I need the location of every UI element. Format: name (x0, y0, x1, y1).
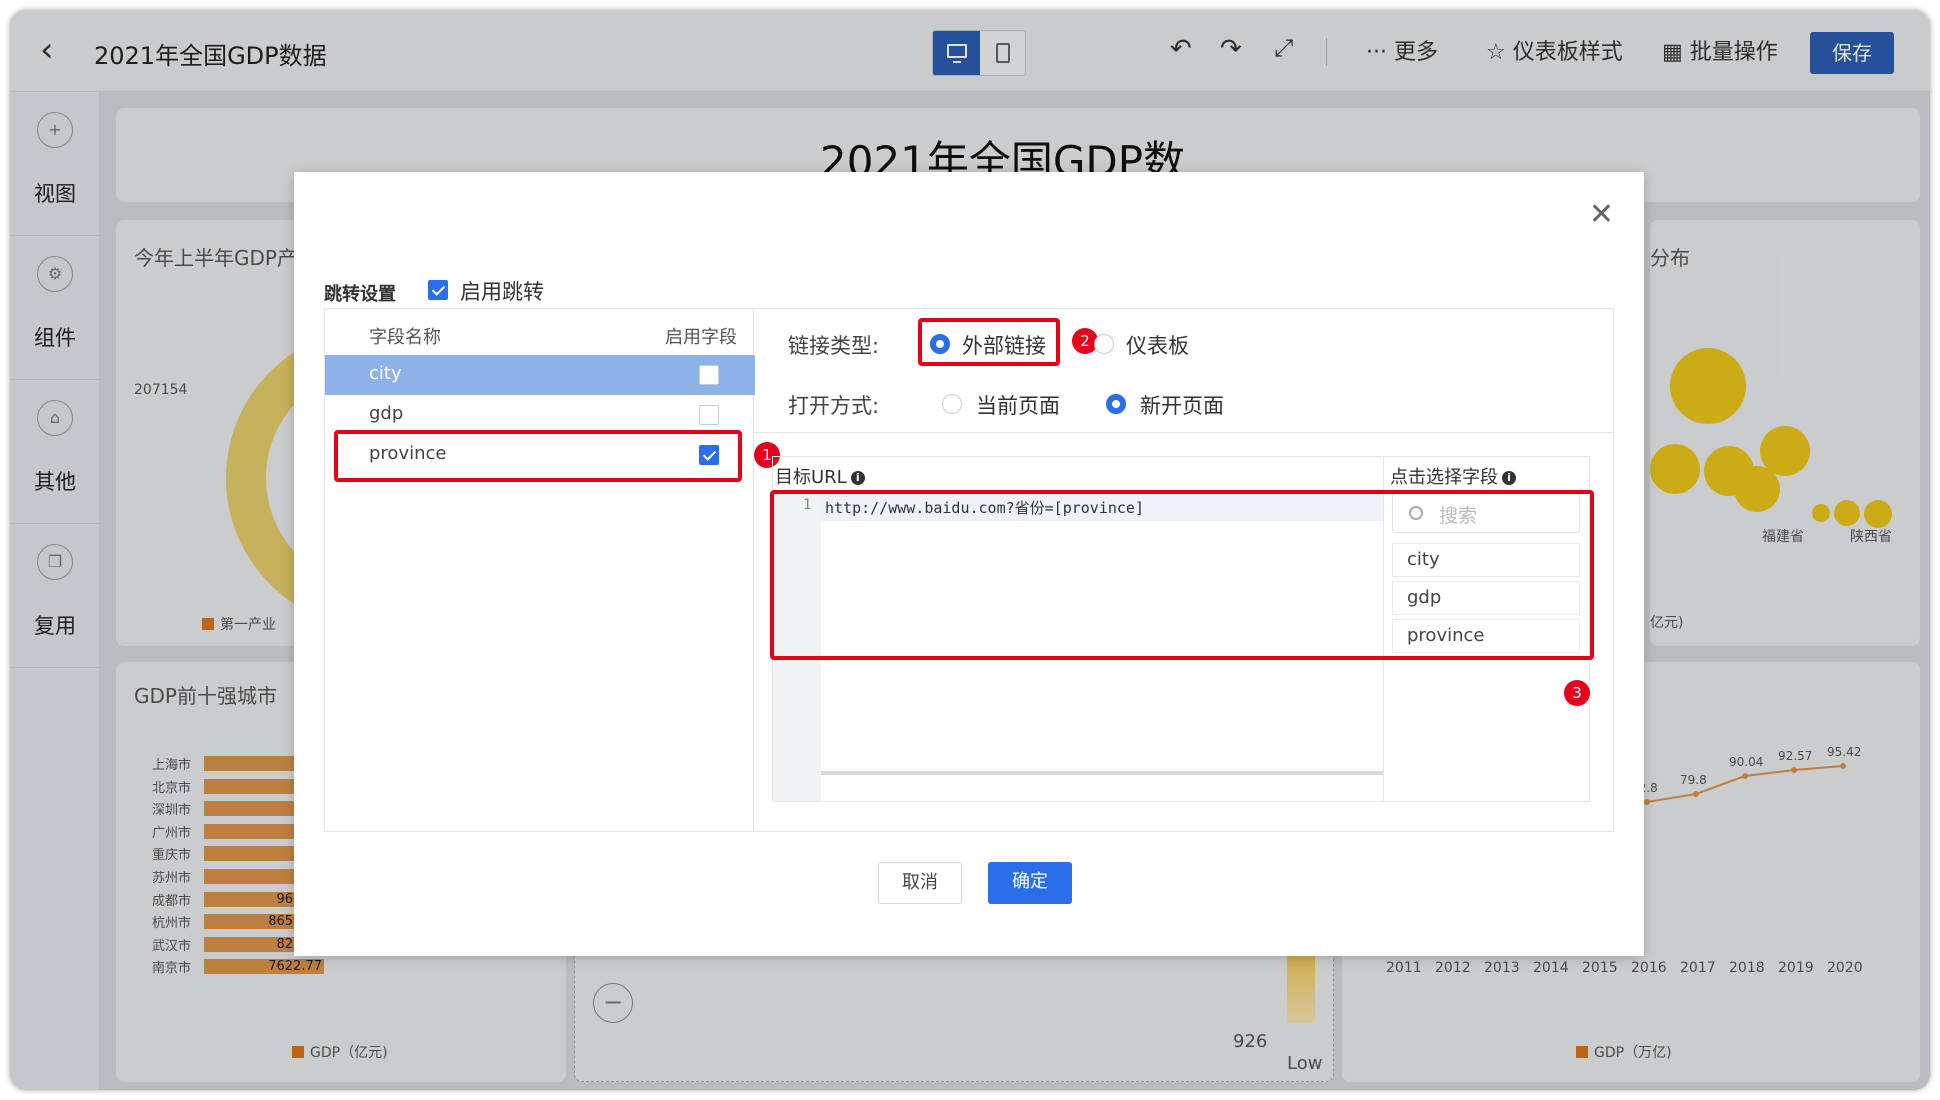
field-enable-checkbox[interactable] (699, 365, 719, 385)
link-type-label: 链接类型: (788, 334, 880, 358)
jump-settings-dialog: ✕ 跳转设置 启用跳转 字段名称 启用字段 city gdp province … (294, 172, 1644, 956)
field-table: 字段名称 启用字段 city gdp province (324, 308, 755, 832)
url-label: 目标URL i (775, 463, 865, 489)
editor-scrollbar[interactable] (821, 771, 1383, 775)
table-row[interactable]: city (325, 355, 755, 395)
info-icon[interactable]: i (850, 471, 865, 485)
url-label-text: 目标URL (775, 467, 847, 488)
section-title: 跳转设置 (324, 284, 396, 305)
table-row[interactable]: gdp (325, 395, 755, 435)
enable-jump-label: 启用跳转 (460, 280, 544, 304)
info-icon[interactable]: i (1502, 471, 1516, 485)
field-enable-checkbox[interactable] (699, 405, 719, 425)
app-window: ‹ 2021年全国GDP数据 ↶ ↷ ⤢ ··· 更多 ☆ 仪表板样式 ▦ 批量… (10, 10, 1930, 1090)
new-page-label: 新开页面 (1140, 394, 1224, 418)
highlight-box (334, 430, 742, 482)
column-header-field: 字段名称 (369, 327, 441, 348)
dashboard-label: 仪表板 (1126, 334, 1189, 358)
enable-jump-checkbox[interactable] (428, 280, 448, 300)
dashboard-radio[interactable] (1094, 334, 1114, 354)
highlight-box (918, 318, 1060, 366)
pick-field-label: 点击选择字段 i (1390, 463, 1516, 489)
open-mode-label: 打开方式: (788, 394, 880, 418)
current-page-label: 当前页面 (976, 394, 1060, 418)
divider (754, 432, 1614, 433)
column-header-enable: 启用字段 (665, 327, 737, 348)
highlight-box (770, 490, 1594, 660)
cancel-button[interactable]: 取消 (878, 862, 962, 904)
new-page-radio[interactable] (1106, 394, 1126, 414)
field-name: city (369, 363, 402, 384)
current-page-radio[interactable] (942, 394, 962, 414)
annotation-badge: 3 (1564, 680, 1590, 706)
pick-field-text: 点击选择字段 (1390, 467, 1498, 488)
url-title-bar: 目标URL i (773, 457, 1383, 491)
close-icon[interactable]: ✕ (1589, 200, 1614, 230)
confirm-button[interactable]: 确定 (988, 862, 1072, 904)
field-name: gdp (369, 403, 404, 424)
